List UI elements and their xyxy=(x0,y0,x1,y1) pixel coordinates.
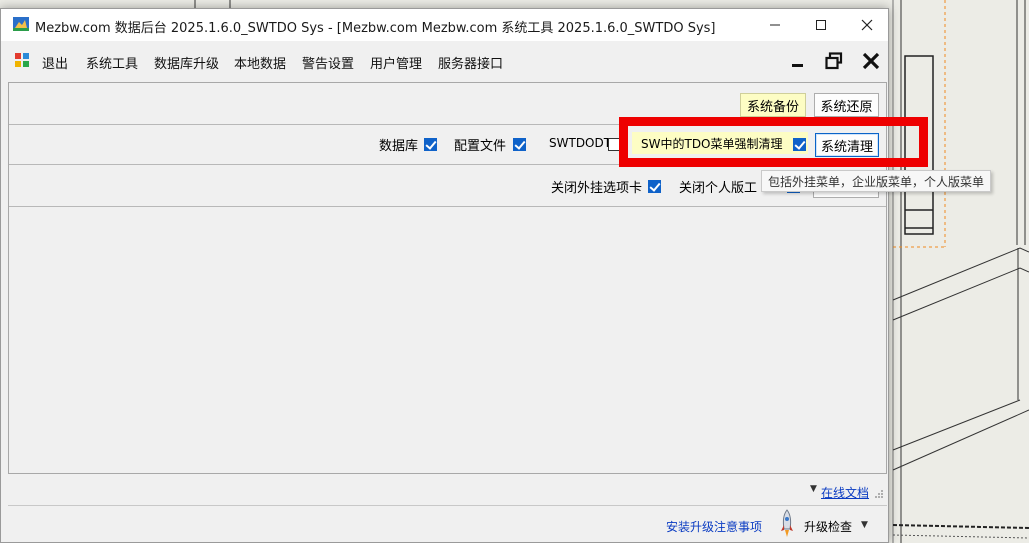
divider xyxy=(9,206,886,207)
mdi-close-icon xyxy=(862,52,880,70)
database-checkbox[interactable] xyxy=(424,138,437,151)
online-docs-link[interactable]: 在线文档 xyxy=(821,484,869,501)
mdi-minimize-button[interactable] xyxy=(785,48,811,74)
main-window: Mezbw.com 数据后台 2025.1.6.0_SWTDO Sys - [M… xyxy=(0,8,889,543)
red-highlight-box xyxy=(619,117,928,167)
mdi-close-button[interactable] xyxy=(858,48,884,74)
mdi-restore-icon xyxy=(825,52,843,70)
dropdown-arrow-icon: ▼ xyxy=(810,484,817,494)
window-title: Mezbw.com 数据后台 2025.1.6.0_SWTDO Sys - [M… xyxy=(35,21,716,36)
resize-grip-icon[interactable] xyxy=(874,489,884,499)
install-upgrade-notes-link[interactable]: 安装升级注意事项 xyxy=(666,518,762,535)
close-icon xyxy=(861,19,873,31)
mdi-minimize-icon xyxy=(792,64,803,67)
system-restore-button[interactable]: 系统还原 xyxy=(814,93,879,117)
minimize-icon xyxy=(770,24,780,26)
close-addin-tab-label: 关闭外挂选项卡 xyxy=(551,181,643,196)
close-button[interactable] xyxy=(844,9,888,41)
upgrade-dropdown-arrow-icon[interactable]: ▼ xyxy=(861,520,868,530)
config-file-checkbox[interactable] xyxy=(513,138,526,151)
maximize-icon xyxy=(816,20,826,30)
docs-bar: ▼ 在线文档 xyxy=(8,481,887,503)
menu-app-icon[interactable] xyxy=(15,53,29,67)
close-personal-label: 关闭个人版工 xyxy=(679,181,758,196)
minimize-button[interactable] xyxy=(752,9,798,41)
tooltip: 包括外挂菜单，企业版菜单，个人版菜单 xyxy=(761,170,992,192)
close-addin-tab-checkbox[interactable] xyxy=(648,180,661,193)
mdi-restore-button[interactable] xyxy=(821,48,847,74)
menu-item-user-management[interactable]: 用户管理 xyxy=(370,53,422,72)
menu-item-database-upgrade[interactable]: 数据库升级 xyxy=(154,53,219,72)
database-label: 数据库 xyxy=(379,139,419,154)
menu-item-server-interface[interactable]: 服务器接口 xyxy=(438,53,503,72)
rocket-icon xyxy=(781,509,793,537)
menu-item-warning-settings[interactable]: 警告设置 xyxy=(302,53,354,72)
app-icon xyxy=(13,17,29,31)
config-file-label: 配置文件 xyxy=(454,139,507,154)
swtdodt-label: SWTDODT xyxy=(549,136,612,150)
upgrade-check-button[interactable]: 升级检查 xyxy=(804,518,852,535)
menu-bar: 退出 系统工具 数据库升级 本地数据 警告设置 用户管理 服务器接口 xyxy=(1,41,888,81)
title-bar[interactable]: Mezbw.com 数据后台 2025.1.6.0_SWTDO Sys - [M… xyxy=(1,9,888,41)
menu-item-system-tools[interactable]: 系统工具 xyxy=(86,53,138,72)
menu-item-local-data[interactable]: 本地数据 xyxy=(234,53,286,72)
status-bar: 安装升级注意事项 升级检查 ▼ xyxy=(8,505,887,541)
maximize-button[interactable] xyxy=(798,9,844,41)
system-backup-button[interactable]: 系统备份 xyxy=(740,93,806,117)
menu-item-exit[interactable]: 退出 xyxy=(42,53,68,72)
